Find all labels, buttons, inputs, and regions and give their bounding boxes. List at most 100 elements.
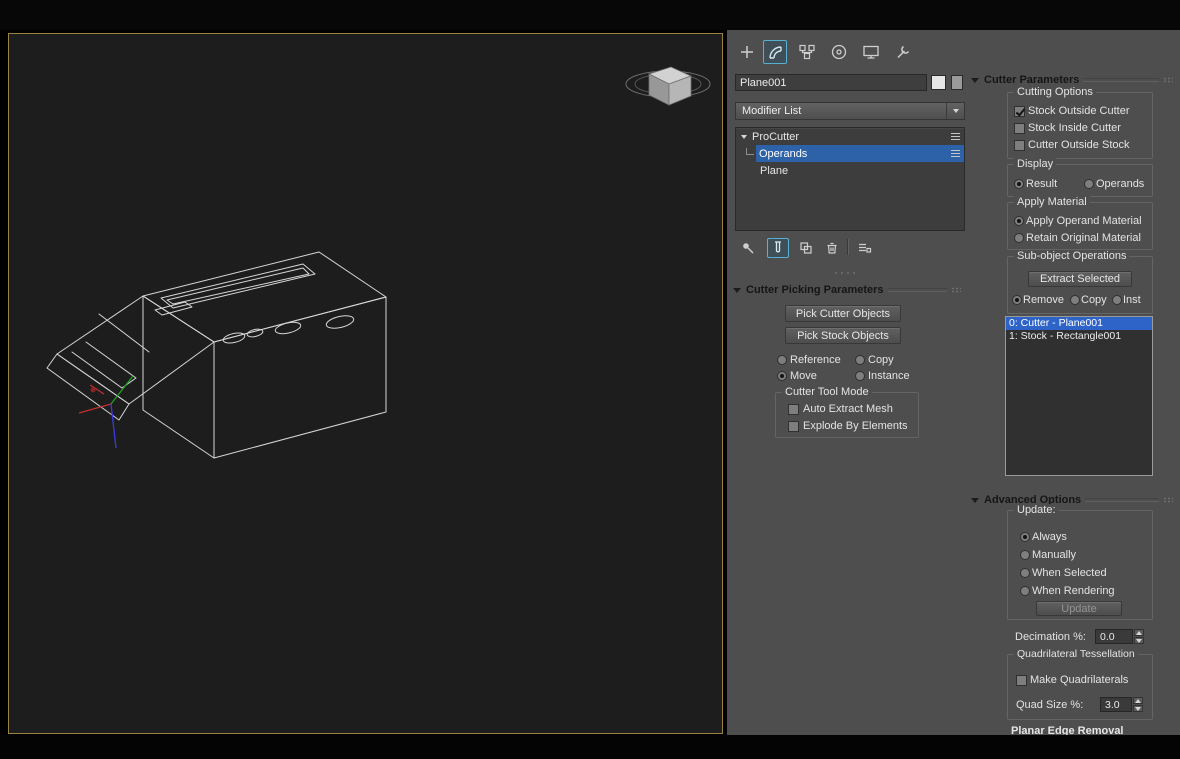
pick-cutter-objects-button[interactable]: Pick Cutter Objects [785,305,901,322]
rollout-collapse-icon [971,77,979,83]
decimation-spinner[interactable]: 0.0 [1095,629,1133,644]
spinner-up-icon[interactable] [1133,697,1143,704]
trash-icon [827,242,837,254]
toolbar-divider [847,239,849,255]
radio-reference-label: Reference [790,354,841,366]
viewcube[interactable] [622,54,714,114]
group-cutter-tool-mode: Cutter Tool Mode Auto Extract Mesh Explo… [775,386,919,438]
checkbox-stock-outside-cutter[interactable] [1014,106,1025,117]
remove-modifier-button[interactable] [821,238,843,258]
chevron-down-icon [946,103,964,119]
quad-size-spinner-arrows [1133,697,1143,713]
radio-copy-label: Copy [868,354,894,366]
utilities-tab[interactable] [891,40,915,64]
checkbox-label: Explode By Elements [803,420,908,432]
rollout-drag-dots [1163,77,1173,83]
show-end-result-button[interactable] [767,238,789,258]
scroll-thumb[interactable] [951,75,963,90]
spinner-up-icon[interactable] [1134,629,1144,636]
create-icon [741,46,753,58]
rollout-groove [887,288,947,292]
checkbox-auto-extract-mesh[interactable] [788,404,799,415]
group-label: Display [1014,158,1057,171]
checkbox-cutter-outside-stock[interactable] [1014,140,1025,151]
viewport[interactable] [8,33,723,734]
checkbox-label: Make Quadrilaterals [1030,674,1129,686]
radio-manually[interactable] [1020,550,1030,560]
checkbox-make-quadrilaterals[interactable] [1016,675,1027,686]
modifier-list-label: Modifier List [742,105,802,117]
radio-retain-original-material[interactable] [1014,233,1024,243]
radio-reference[interactable] [777,355,787,365]
utilities-icon [897,45,910,59]
make-unique-button[interactable] [795,238,817,258]
radio-copy-subobject[interactable] [1070,295,1080,305]
configure-modifier-sets-button[interactable] [853,238,875,258]
stack-row-label: Plane [760,164,789,177]
hierarchy-icon [799,44,815,60]
planar-edge-removal-label: Planar Edge Removal [1011,725,1124,735]
modifier-toggle-icon[interactable] [951,150,960,157]
modify-tab[interactable] [763,40,787,64]
expand-icon[interactable] [741,134,747,139]
hierarchy-tab[interactable] [795,40,819,64]
radio-always[interactable] [1020,532,1030,542]
stack-row-label: ProCutter [752,130,800,143]
checkbox-stock-inside-cutter[interactable] [1014,123,1025,134]
object-name-field[interactable] [735,74,927,91]
create-tab[interactable] [735,40,759,64]
motion-icon [831,44,847,60]
radio-result[interactable] [1014,179,1024,189]
modifier-toggle-icon[interactable] [951,133,960,140]
spinner-down-icon[interactable] [1134,637,1144,644]
radio-move[interactable] [777,371,787,381]
pin-stack-button[interactable] [737,238,759,258]
group-update: Update: Always Manually When Selected Wh… [1007,504,1153,620]
rollout-splitter[interactable] [833,271,857,275]
rollout-collapse-icon [733,287,741,293]
display-icon [863,45,879,59]
modifier-list-dropdown[interactable]: Modifier List [735,102,965,120]
radio-copy[interactable] [855,355,865,365]
stack-row-operands[interactable]: Operands [736,145,964,162]
stack-selection[interactable]: Operands [756,145,964,162]
radio-when-rendering[interactable] [1020,586,1030,596]
display-tab[interactable] [859,40,883,64]
radio-operands[interactable] [1084,179,1094,189]
radio-inst[interactable] [1112,295,1122,305]
extract-selected-button[interactable]: Extract Selected [1028,271,1132,287]
command-panel: Modifier List ProCutter Operands Plane [727,30,1180,735]
spinner-down-icon[interactable] [1133,705,1143,712]
rollout-cutter-picking-parameters[interactable]: Cutter Picking Parameters [731,282,965,298]
modifier-stack: ProCutter Operands Plane [735,127,965,231]
radio-when-selected[interactable] [1020,568,1030,578]
radio-label: Always [1032,531,1067,543]
pick-stock-objects-button[interactable]: Pick Stock Objects [785,327,901,344]
rollout-groove [1085,498,1159,502]
wireframe-model [46,251,387,459]
group-label: Sub-object Operations [1014,250,1130,263]
motion-tab[interactable] [827,40,851,64]
checkbox-label: Cutter Outside Stock [1028,139,1130,151]
list-item-stock[interactable]: 1: Stock - Rectangle001 [1006,330,1152,343]
checkbox-label: Stock Outside Cutter [1028,105,1130,117]
radio-operands-label: Operands [1096,178,1145,190]
radio-instance[interactable] [855,371,865,381]
axis-gizmo [78,375,134,449]
checkbox-explode-by-elements[interactable] [788,421,799,432]
stack-row-plane[interactable]: Plane [736,162,964,179]
update-button[interactable]: Update [1036,601,1122,616]
quad-size-spinner[interactable]: 3.0 [1100,697,1132,712]
object-color-swatch[interactable] [931,75,946,90]
radio-remove[interactable] [1012,295,1022,305]
group-label: Quadrilateral Tessellation [1014,648,1138,661]
list-item-cutter[interactable]: 0: Cutter - Plane001 [1006,317,1152,330]
rollout-title-text: Cutter Picking Parameters [746,284,884,296]
radio-apply-operand-material[interactable] [1014,216,1024,226]
rollout-advanced-options[interactable]: Advanced Options [969,492,1177,508]
stack-row-procutter[interactable]: ProCutter [736,128,964,145]
make-unique-icon [800,242,812,254]
decimation-label: Decimation %: [1015,631,1086,643]
radio-label: Retain Original Material [1026,232,1141,244]
operand-list[interactable]: 0: Cutter - Plane001 1: Stock - Rectangl… [1005,316,1153,476]
